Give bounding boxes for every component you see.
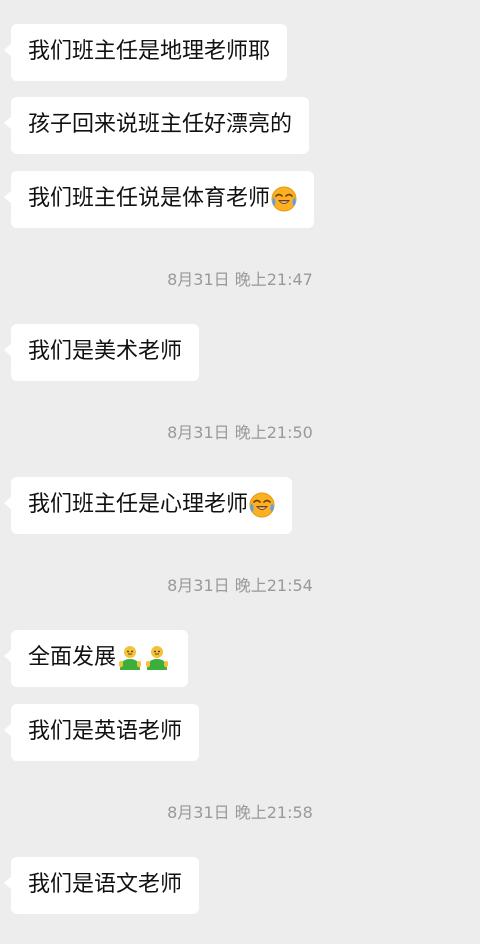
message-bubble[interactable]: 孩子回来说班主任好漂亮的 bbox=[3, 97, 310, 154]
message-text: 孩子回来说班主任好漂亮的 bbox=[28, 112, 293, 137]
message-bubble[interactable]: 我们班主任说是体育老师 bbox=[3, 171, 315, 228]
message-bubble[interactable]: 我们是语文老师 bbox=[3, 857, 200, 914]
message-bubble[interactable]: 全面发展 bbox=[3, 630, 189, 687]
message-text: 我们是美术老师 bbox=[28, 339, 183, 364]
message-bubble[interactable]: 我们是英语老师 bbox=[3, 704, 200, 761]
message-text: 全面发展 bbox=[28, 645, 117, 670]
message-bubble[interactable]: 我们是美术老师 bbox=[3, 324, 200, 381]
timestamp: 8月31日 晚上21:54 bbox=[167, 576, 313, 595]
message-bubble[interactable]: 我们班主任是地理老师耶 bbox=[3, 24, 288, 81]
timestamp: 8月31日 晚上21:50 bbox=[167, 423, 313, 442]
laugh-cry-emoji-icon bbox=[271, 186, 297, 212]
message-text: 我们班主任是地理老师耶 bbox=[28, 39, 271, 64]
message-text: 我们班主任说是体育老师 bbox=[28, 186, 271, 211]
message-text: 我们是英语老师 bbox=[28, 719, 183, 744]
message-text: 我们是语文老师 bbox=[28, 872, 183, 897]
timestamp: 8月31日 晚上21:58 bbox=[167, 803, 313, 822]
message-bubble[interactable]: 我们班主任是心理老师 bbox=[3, 477, 293, 534]
green-people-emoji-icon bbox=[117, 645, 171, 671]
chat-log: 我们班主任是地理老师耶 孩子回来说班主任好漂亮的 我们班主任说是体育老师 8月3… bbox=[0, 0, 480, 944]
laugh-cry-emoji-icon bbox=[249, 492, 275, 518]
message-text: 我们班主任是心理老师 bbox=[28, 492, 249, 517]
timestamp: 8月31日 晚上21:47 bbox=[167, 270, 313, 289]
